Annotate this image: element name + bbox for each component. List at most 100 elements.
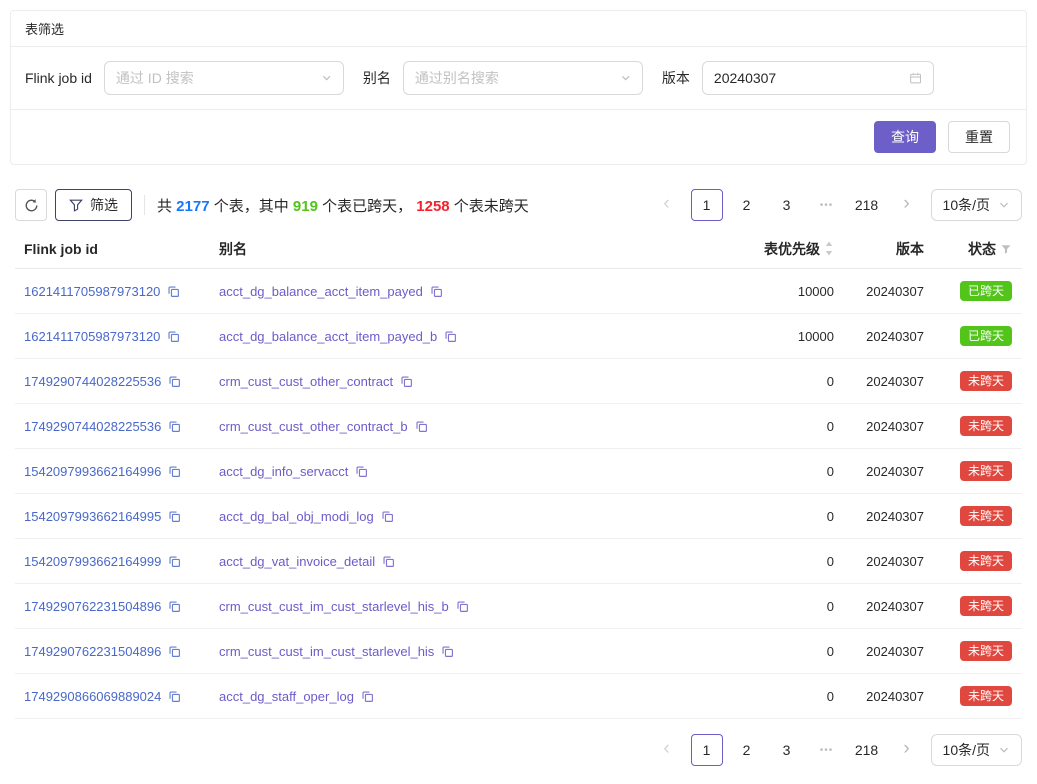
- copy-icon[interactable]: [168, 510, 181, 523]
- version-field: 版本: [662, 61, 934, 95]
- job-id-cell: 1749290762231504896: [15, 644, 211, 659]
- copy-icon[interactable]: [415, 420, 428, 433]
- next-page-button[interactable]: ›: [891, 734, 923, 766]
- alias-link[interactable]: acct_dg_staff_oper_log: [219, 689, 354, 704]
- alias-link[interactable]: crm_cust_cust_im_cust_starlevel_his_b: [219, 599, 449, 614]
- copy-icon[interactable]: [456, 600, 469, 613]
- page-button-2[interactable]: 2: [731, 734, 763, 766]
- flink-job-id-link[interactable]: 1749290744028225536: [24, 419, 161, 434]
- copy-icon[interactable]: [168, 375, 181, 388]
- crossed-count: 919: [293, 198, 318, 215]
- refresh-icon: [24, 198, 39, 213]
- version-value: 20240307: [842, 689, 932, 704]
- alias-link[interactable]: crm_cust_cust_other_contract: [219, 374, 393, 389]
- page-button-last[interactable]: 218: [851, 189, 883, 221]
- page-button-3[interactable]: 3: [771, 734, 803, 766]
- copy-icon[interactable]: [441, 645, 454, 658]
- alias-link[interactable]: acct_dg_info_servacct: [219, 464, 348, 479]
- job-id-cell: 1749290762231504896: [15, 599, 211, 614]
- copy-icon[interactable]: [168, 645, 181, 658]
- prev-page-button[interactable]: ‹: [651, 734, 683, 766]
- priority-value: 0: [692, 464, 842, 479]
- alias-input[interactable]: [415, 70, 620, 86]
- table-row: 1749290744028225536 crm_cust_cust_other_…: [15, 404, 1022, 449]
- alias-link[interactable]: crm_cust_cust_other_contract_b: [219, 419, 408, 434]
- flink-job-id-link[interactable]: 1542097993662164996: [24, 464, 161, 479]
- flink-job-id-link[interactable]: 1542097993662164999: [24, 554, 161, 569]
- copy-icon[interactable]: [355, 465, 368, 478]
- status-badge: 未跨天: [960, 506, 1012, 526]
- chevron-down-icon: [998, 744, 1010, 756]
- alias-link[interactable]: acct_dg_balance_acct_item_payed_b: [219, 329, 437, 344]
- page-ellipsis[interactable]: •••: [811, 734, 843, 766]
- alias-cell: crm_cust_cust_other_contract: [211, 374, 692, 389]
- filter-card: 表筛选 Flink job id 别名 版本 查询 重置: [10, 10, 1027, 165]
- column-header-version-label: 版本: [896, 239, 924, 259]
- page-button-3[interactable]: 3: [771, 189, 803, 221]
- alias-link[interactable]: acct_dg_balance_acct_item_payed: [219, 284, 423, 299]
- pagination-bottom: ‹ 1 2 3 ••• 218 › 10条/页: [651, 734, 1022, 766]
- copy-icon[interactable]: [381, 510, 394, 523]
- copy-icon[interactable]: [168, 690, 181, 703]
- copy-icon[interactable]: [168, 555, 181, 568]
- table-row: 1621411705987973120 acct_dg_balance_acct…: [15, 269, 1022, 314]
- copy-icon[interactable]: [430, 285, 443, 298]
- status-cell: 未跨天: [932, 641, 1022, 661]
- copy-icon[interactable]: [167, 330, 180, 343]
- job-id-input[interactable]: [116, 70, 321, 86]
- next-page-button[interactable]: ›: [891, 189, 923, 221]
- alias-link[interactable]: acct_dg_vat_invoice_detail: [219, 554, 375, 569]
- version-date-picker[interactable]: [702, 61, 934, 95]
- page-button-1[interactable]: 1: [691, 734, 723, 766]
- version-value: 20240307: [842, 464, 932, 479]
- copy-icon[interactable]: [361, 690, 374, 703]
- alias-link[interactable]: crm_cust_cust_im_cust_starlevel_his: [219, 644, 434, 659]
- column-header-job-id: Flink job id: [15, 241, 211, 257]
- flink-job-id-link[interactable]: 1542097993662164995: [24, 509, 161, 524]
- column-header-status-label: 状态: [968, 239, 996, 259]
- copy-icon[interactable]: [168, 465, 181, 478]
- page-button-2[interactable]: 2: [731, 189, 763, 221]
- flink-job-id-link[interactable]: 1749290744028225536: [24, 374, 161, 389]
- refresh-button[interactable]: [15, 189, 47, 221]
- flink-job-id-link[interactable]: 1749290762231504896: [24, 599, 161, 614]
- flink-job-id-link[interactable]: 1749290762231504896: [24, 644, 161, 659]
- copy-icon[interactable]: [400, 375, 413, 388]
- copy-icon[interactable]: [167, 285, 180, 298]
- page-size-select[interactable]: 10条/页: [931, 734, 1022, 766]
- alias-field: 别名: [363, 61, 643, 95]
- filter-card-header: 表筛选: [11, 11, 1026, 47]
- page-size-select[interactable]: 10条/页: [931, 189, 1022, 221]
- prev-page-button[interactable]: ‹: [651, 189, 683, 221]
- version-date-input[interactable]: [714, 70, 909, 86]
- reset-button[interactable]: 重置: [948, 121, 1010, 153]
- copy-icon[interactable]: [444, 330, 457, 343]
- flink-job-id-link[interactable]: 1621411705987973120: [24, 284, 160, 299]
- column-header-priority-label: 表优先级: [764, 239, 820, 259]
- page-button-last[interactable]: 218: [851, 734, 883, 766]
- not-crossed-count: 1258: [416, 198, 449, 215]
- status-filter-icon[interactable]: [1000, 243, 1012, 255]
- copy-icon[interactable]: [168, 600, 181, 613]
- sort-icon[interactable]: [824, 240, 834, 257]
- filter-toggle-button[interactable]: 筛选: [55, 189, 132, 221]
- version-value: 20240307: [842, 374, 932, 389]
- page-ellipsis[interactable]: •••: [811, 189, 843, 221]
- job-id-cell: 1542097993662164996: [15, 464, 211, 479]
- column-header-priority[interactable]: 表优先级: [692, 239, 842, 259]
- flink-job-id-link[interactable]: 1749290866069889024: [24, 689, 161, 704]
- flink-job-id-link[interactable]: 1621411705987973120: [24, 329, 160, 344]
- query-button[interactable]: 查询: [874, 121, 936, 153]
- version-value: 20240307: [842, 284, 932, 299]
- alias-link[interactable]: acct_dg_bal_obj_modi_log: [219, 509, 374, 524]
- copy-icon[interactable]: [382, 555, 395, 568]
- priority-value: 0: [692, 599, 842, 614]
- summary-text: 个表，其中: [210, 198, 293, 215]
- job-id-cell: 1749290744028225536: [15, 374, 211, 389]
- copy-icon[interactable]: [168, 420, 181, 433]
- table-row: 1749290744028225536 crm_cust_cust_other_…: [15, 359, 1022, 404]
- alias-cell: acct_dg_balance_acct_item_payed_b: [211, 329, 692, 344]
- page-button-1[interactable]: 1: [691, 189, 723, 221]
- job-id-select[interactable]: [104, 61, 344, 95]
- alias-select[interactable]: [403, 61, 643, 95]
